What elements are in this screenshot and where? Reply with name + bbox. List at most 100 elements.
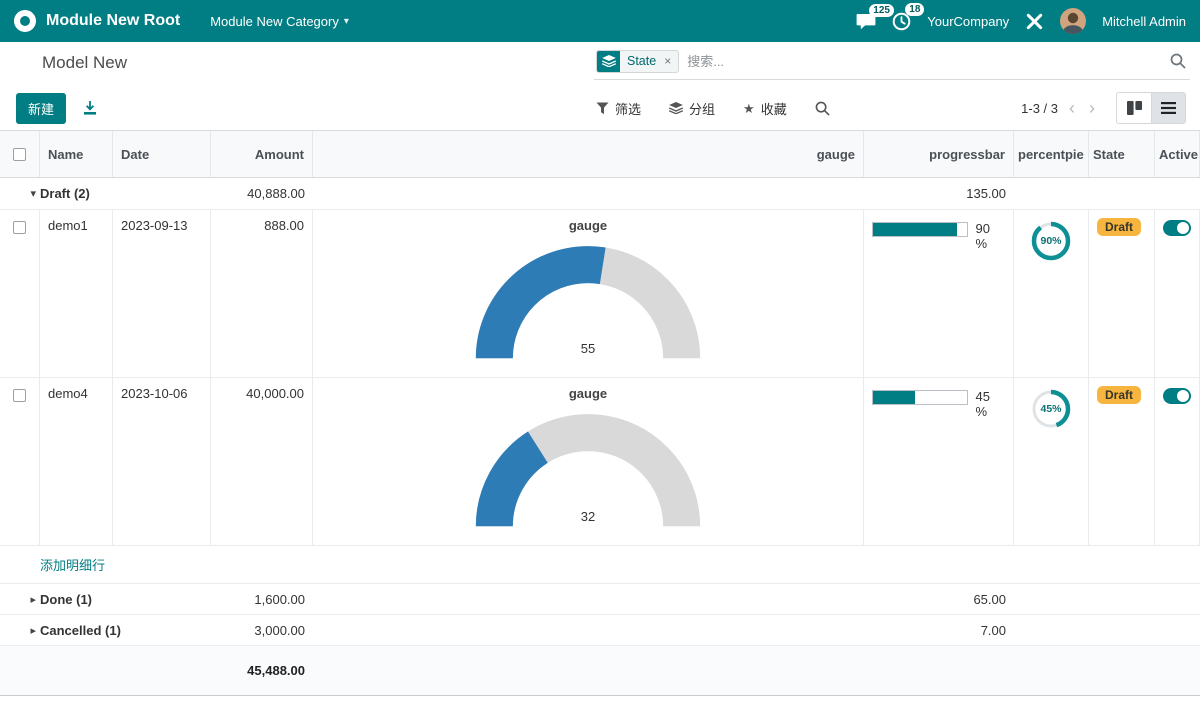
topbar-right-group: 125 18 YourCompany Mitchell Admin (856, 8, 1186, 34)
group-label: Done (1) (40, 592, 211, 607)
header-percentpie[interactable]: percentpie (1014, 131, 1089, 177)
favorites-label: 收藏 (761, 99, 787, 118)
group-by-button[interactable]: 分组 (669, 99, 715, 118)
row-checkbox[interactable] (13, 221, 26, 234)
cell-date[interactable]: 2023-09-13 (113, 210, 211, 377)
cell-gauge: gauge 32 (313, 378, 864, 545)
view-kanban-button[interactable] (1117, 93, 1151, 123)
row-checkbox[interactable] (13, 389, 26, 402)
search-icon[interactable] (1170, 53, 1186, 69)
filters-label: 筛选 (615, 99, 641, 118)
pager-next-button[interactable]: › (1086, 99, 1098, 117)
group-row-done[interactable]: ▸ Done (1) 1,600.00 65.00 (0, 584, 1200, 615)
view-list-button[interactable] (1151, 93, 1185, 123)
table-row-demo1: demo1 2023-09-13 888.00 gauge 55 90 % 90… (0, 210, 1200, 378)
header-date[interactable]: Date (113, 131, 211, 177)
add-line-row: 添加明细行 (0, 546, 1200, 584)
group-row-cancelled[interactable]: ▸ Cancelled (1) 3,000.00 7.00 (0, 615, 1200, 646)
cell-progressbar[interactable]: 90 % (864, 210, 1014, 377)
group-label: Cancelled (1) (40, 623, 211, 638)
pie-label: 45% (1028, 386, 1074, 432)
cell-percentpie: 90% (1014, 210, 1089, 377)
cell-state: Draft (1089, 378, 1155, 545)
cell-name[interactable]: demo1 (40, 210, 113, 377)
list-icon (1161, 102, 1176, 114)
header-progressbar[interactable]: progressbar (864, 131, 1014, 177)
app-logo-icon[interactable] (14, 10, 36, 32)
export-download-button[interactable] (82, 100, 98, 116)
menu-module-new-category[interactable]: Module New Category ▾ (210, 14, 349, 29)
cell-progressbar[interactable]: 45 % (864, 378, 1014, 545)
header-name[interactable]: Name (40, 131, 113, 177)
pager-previous-button[interactable]: ‹ (1066, 99, 1078, 117)
activities-button[interactable]: 18 (892, 12, 911, 31)
collapse-icon[interactable]: ▾ (0, 187, 40, 200)
user-avatar[interactable] (1060, 8, 1086, 34)
facet-remove-icon[interactable]: × (663, 54, 678, 68)
layers-icon (597, 50, 620, 73)
search-options-group: 筛选 分组 ★ 收藏 (596, 99, 830, 118)
expand-search-button[interactable] (815, 101, 830, 116)
cell-name[interactable]: demo4 (40, 378, 113, 545)
row-check-cell (0, 210, 40, 377)
avatar-image (1060, 8, 1086, 34)
row-check-cell (0, 378, 40, 545)
progressbar (872, 222, 968, 237)
company-switcher[interactable]: YourCompany (927, 14, 1009, 29)
magnifier-icon (815, 101, 830, 116)
active-toggle[interactable] (1163, 220, 1191, 236)
pie-label: 90% (1028, 218, 1074, 264)
messages-button[interactable]: 125 (856, 13, 876, 30)
app-brand-title[interactable]: Module New Root (46, 12, 180, 30)
cell-date[interactable]: 2023-10-06 (113, 378, 211, 545)
cell-amount[interactable]: 40,000.00 (211, 378, 313, 545)
developer-tools-button[interactable] (1025, 12, 1044, 31)
tools-icon (1025, 12, 1044, 31)
percent-pie: 45% (1028, 386, 1074, 432)
cell-active (1155, 378, 1200, 545)
cell-state: Draft (1089, 210, 1155, 377)
expand-icon[interactable]: ▸ (0, 624, 40, 637)
create-button[interactable]: 新建 (16, 93, 66, 124)
toggle-knob (1177, 390, 1189, 402)
favorites-button[interactable]: ★ 收藏 (743, 99, 787, 118)
layers-icon (669, 102, 683, 114)
gauge-title: gauge (321, 386, 855, 401)
footer-amount-total: 45,488.00 (211, 663, 313, 678)
menu-label: Module New Category (210, 14, 339, 29)
pager-range: 1-3 / 3 (1021, 101, 1058, 116)
cell-active (1155, 210, 1200, 377)
header-active[interactable]: Active (1155, 131, 1200, 177)
group-by-label: 分组 (689, 99, 715, 118)
kanban-icon (1127, 101, 1142, 115)
cell-amount[interactable]: 888.00 (211, 210, 313, 377)
activities-count-badge: 18 (905, 3, 924, 16)
header-amount[interactable]: Amount (211, 131, 313, 177)
expand-icon[interactable]: ▸ (0, 593, 40, 606)
state-badge: Draft (1097, 386, 1141, 404)
top-navbar: Module New Root Module New Category ▾ 12… (0, 0, 1200, 42)
header-gauge[interactable]: gauge (313, 131, 864, 177)
breadcrumb-title[interactable]: Model New (42, 53, 127, 73)
group-amount-total: 40,888.00 (211, 186, 313, 201)
toggle-knob (1177, 222, 1189, 234)
state-badge: Draft (1097, 218, 1141, 236)
chevron-down-icon: ▾ (344, 16, 349, 27)
cell-gauge: gauge 55 (313, 210, 864, 377)
control-panel-bottom: 新建 筛选 分组 ★ 收藏 1-3 / 3 ‹ › (0, 84, 1200, 130)
active-toggle[interactable] (1163, 388, 1191, 404)
header-state[interactable]: State (1089, 131, 1155, 177)
group-row-draft[interactable]: ▾ Draft (2) 40,888.00 135.00 (0, 178, 1200, 210)
group-progress-total: 7.00 (864, 623, 1014, 638)
progress-label: 90 % (976, 221, 1005, 251)
filters-button[interactable]: 筛选 (596, 99, 641, 118)
select-all-checkbox[interactable] (13, 148, 26, 161)
user-menu[interactable]: Mitchell Admin (1102, 14, 1186, 29)
search-facet-state[interactable]: State × (596, 50, 679, 73)
star-icon: ★ (743, 102, 755, 115)
group-amount-total: 1,600.00 (211, 592, 313, 607)
search-bar[interactable]: State × (594, 47, 1190, 80)
add-line-link[interactable]: 添加明细行 (40, 555, 105, 574)
filter-icon (596, 102, 609, 115)
search-input[interactable] (687, 54, 1162, 69)
